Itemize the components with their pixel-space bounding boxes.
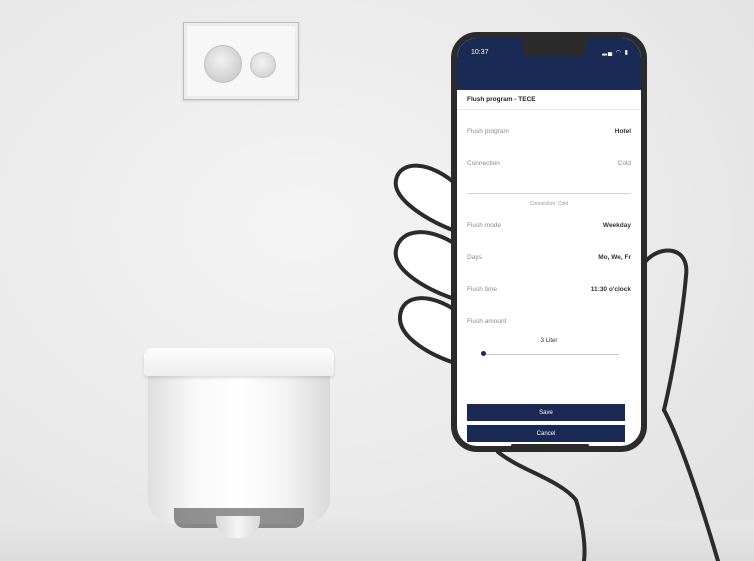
setting-row-flush-program[interactable]: Flush program Hotel [467, 128, 631, 140]
phone-notch [523, 38, 587, 57]
wrist-left [496, 450, 587, 561]
page-title: Flush program - TECE [467, 96, 536, 103]
save-button[interactable]: Save [467, 404, 625, 421]
smartphone: 10:37 ▂▄ ◠ ▮ Flush program - TECE Flush … [451, 32, 647, 452]
flush-amount-slider[interactable] [483, 354, 619, 355]
section-label: Connection: Cold [529, 201, 569, 207]
section-divider [467, 193, 631, 194]
schedule-label: Flush mode [467, 222, 501, 229]
finger-3 [397, 296, 460, 366]
finger-1 [393, 163, 460, 234]
thumb [643, 248, 689, 412]
schedule-label: Days [467, 254, 482, 261]
flush-amount-row: Flush amount [467, 318, 631, 330]
schedule-value: Weekday [602, 222, 631, 229]
palm-edge [662, 408, 720, 561]
schedule-row-flush-mode[interactable]: Flush mode Weekday [467, 222, 631, 234]
finger-2 [393, 230, 460, 302]
setting-value: Hotel [614, 128, 631, 135]
signal-wifi-battery-icon: ▂▄ ◠ ▮ [602, 50, 629, 56]
flush-amount-label: Flush amount [467, 318, 507, 325]
schedule-row-days[interactable]: Days Mo, We, Fr [467, 254, 631, 266]
slider-thumb[interactable] [481, 351, 486, 356]
schedule-label: Flush time [467, 286, 497, 293]
schedule-value: Mo, We, Fr [598, 254, 631, 261]
setting-row-connection[interactable]: Connection Cold [467, 160, 631, 172]
bathroom-scene: 10:37 ▂▄ ◠ ▮ Flush program - TECE Flush … [0, 0, 754, 561]
schedule-row-flush-time[interactable]: Flush time 11:30 o'clock [467, 286, 631, 298]
setting-label: Connection [467, 160, 500, 167]
home-indicator [511, 444, 589, 446]
cancel-button[interactable]: Cancel [467, 425, 625, 442]
flush-amount-value: 3 Liter [540, 338, 558, 344]
schedule-value: 11:30 o'clock [590, 286, 631, 293]
status-time: 10:37 [471, 49, 489, 56]
setting-label: Flush program [467, 128, 509, 135]
setting-value: Cold [617, 160, 631, 167]
app-header: Flush program - TECE [457, 90, 641, 110]
